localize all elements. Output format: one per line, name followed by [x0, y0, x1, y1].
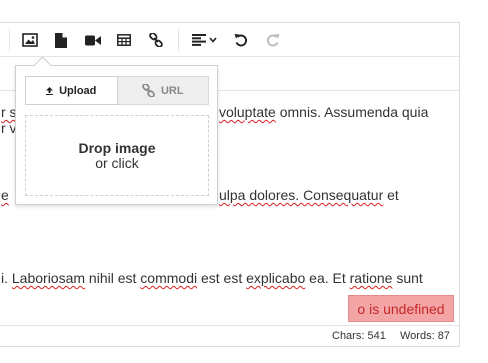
insert-image-button[interactable] — [19, 29, 41, 51]
upload-icon — [46, 86, 54, 95]
table-icon — [117, 34, 131, 46]
image-dropzone[interactable]: Drop image or click — [25, 115, 209, 196]
redo-button[interactable] — [262, 29, 284, 51]
editor-toolbar — [0, 23, 459, 57]
status-bar: Chars: 541 Words: 87 — [0, 325, 459, 346]
dropzone-title: Drop image — [78, 139, 156, 156]
tab-upload[interactable]: Upload — [25, 76, 118, 105]
error-message: o is undefined — [348, 295, 454, 322]
text-line: i. Laboriosam nihil est commodi est est … — [1, 270, 423, 286]
undo-button[interactable] — [230, 29, 252, 51]
file-icon — [55, 32, 67, 48]
insert-file-button[interactable] — [50, 29, 72, 51]
align-dropdown-button[interactable] — [189, 29, 219, 51]
link-icon — [142, 84, 155, 97]
tab-url[interactable]: URL — [117, 76, 209, 105]
image-icon — [22, 33, 38, 47]
chevron-down-icon — [208, 37, 217, 43]
toolbar-divider — [9, 29, 10, 51]
undo-icon — [234, 34, 247, 47]
tab-url-label: URL — [160, 84, 184, 97]
text-line: e — [1, 187, 9, 203]
popup-tabs: Upload URL — [25, 76, 209, 105]
insert-video-button[interactable] — [82, 29, 104, 51]
word-count: Words: 87 — [400, 330, 450, 342]
video-icon — [85, 35, 101, 45]
link-icon — [149, 33, 163, 47]
insert-table-button[interactable] — [113, 29, 135, 51]
dropzone-subtitle: or click — [95, 154, 139, 171]
toolbar-divider — [178, 29, 179, 51]
align-icon — [191, 34, 206, 46]
text-line: voluptate omnis. Assumenda quia — [219, 104, 429, 120]
image-upload-popup: Upload URL Drop image or click — [15, 56, 218, 205]
redo-icon — [267, 34, 280, 47]
tab-upload-label: Upload — [59, 84, 97, 97]
char-count: Chars: 541 — [332, 330, 386, 342]
insert-link-button[interactable] — [145, 29, 167, 51]
text-line: ulpa dolores. Consequatur et — [219, 187, 399, 203]
